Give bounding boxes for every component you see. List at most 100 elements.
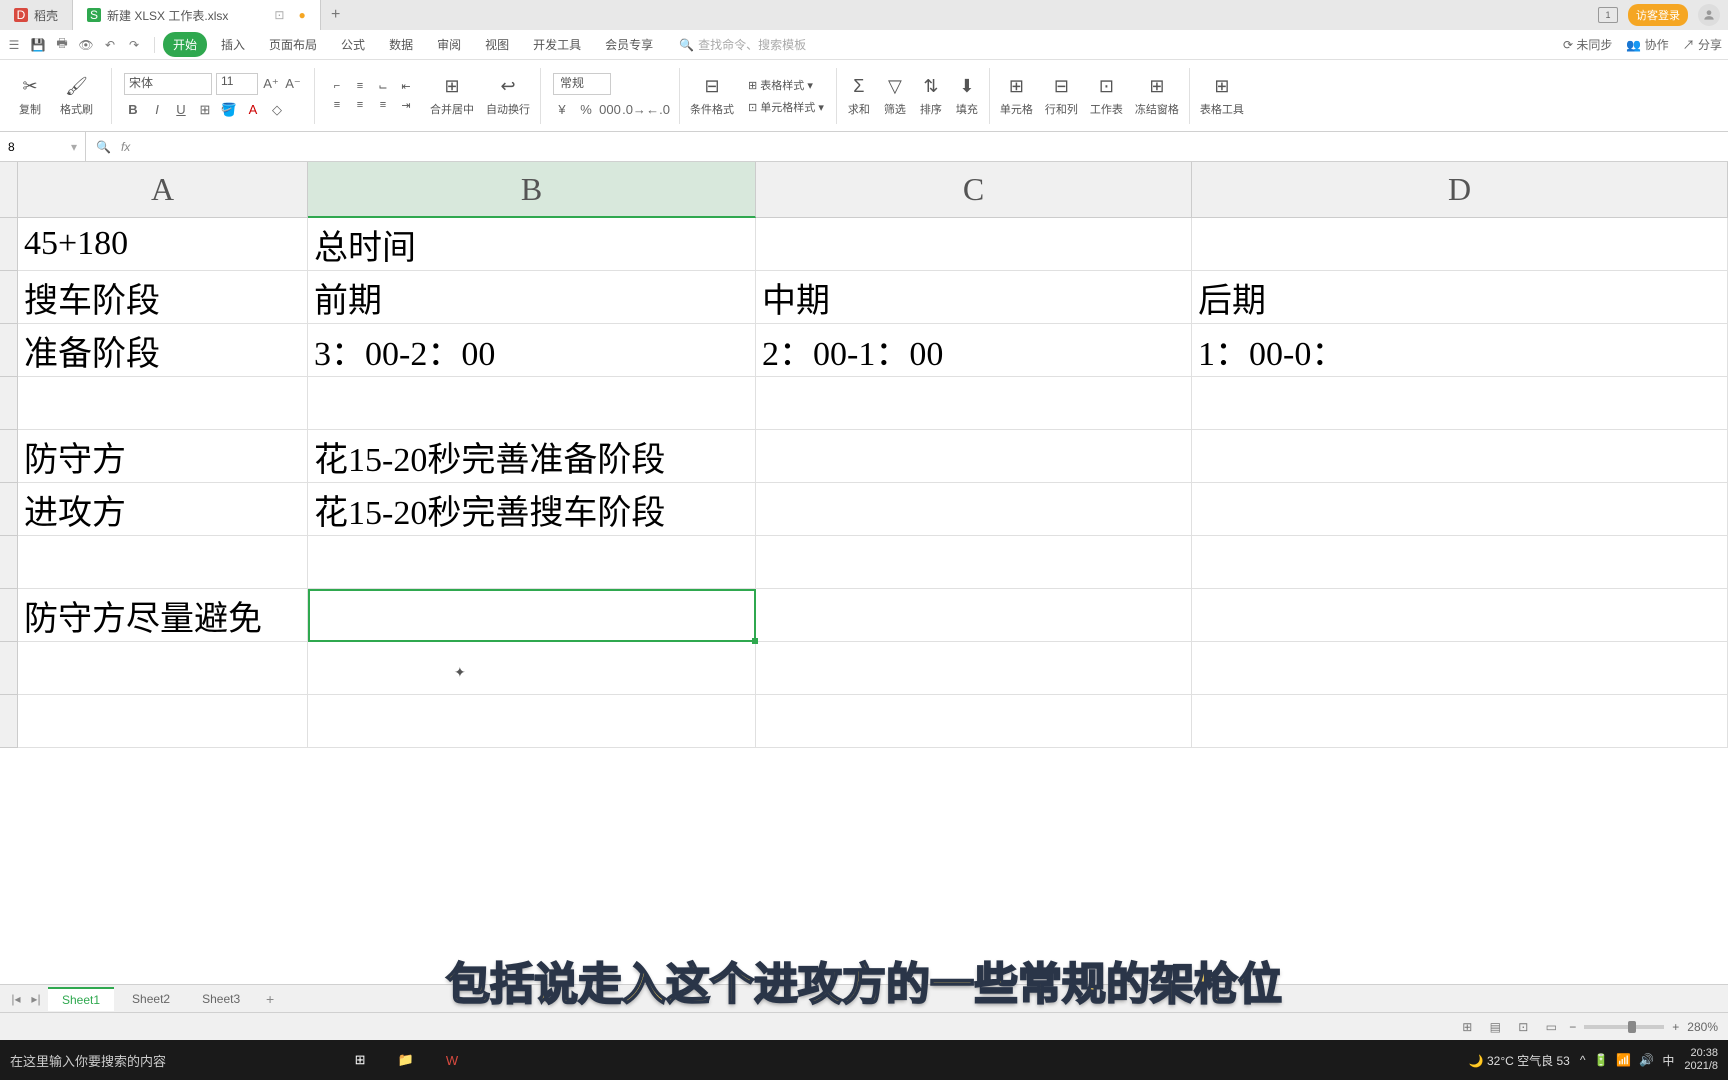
row-header[interactable]: [0, 483, 18, 536]
tab-file[interactable]: S 新建 XLSX 工作表.xlsx ⊡ ●: [73, 0, 321, 30]
battery-icon[interactable]: 🔋: [1593, 1053, 1608, 1067]
coop-button[interactable]: 👥 协作: [1626, 36, 1668, 53]
sheet-tab-2[interactable]: Sheet2: [118, 988, 184, 1010]
row-header[interactable]: [0, 271, 18, 324]
italic-button[interactable]: I: [148, 101, 166, 119]
taskbar-clock[interactable]: 20:38 2021/8: [1684, 1047, 1718, 1073]
cell-d8[interactable]: [1192, 589, 1728, 642]
view-reading-icon[interactable]: ▭: [1541, 1019, 1561, 1035]
cell-a1[interactable]: 45+180: [18, 218, 308, 271]
redo-icon[interactable]: ↷: [126, 37, 142, 53]
menu-view[interactable]: 视图: [475, 32, 519, 57]
cell-d2[interactable]: 后期: [1192, 271, 1728, 324]
cell-d6[interactable]: [1192, 483, 1728, 536]
save-icon[interactable]: 💾: [30, 37, 46, 53]
border-button[interactable]: ⊞: [196, 101, 214, 119]
align-center-icon[interactable]: ≡: [350, 97, 370, 113]
wifi-icon[interactable]: 📶: [1616, 1053, 1631, 1067]
cell-d7[interactable]: [1192, 536, 1728, 589]
currency-icon[interactable]: ¥: [553, 101, 571, 119]
underline-button[interactable]: U: [172, 101, 190, 119]
sheet-add-button[interactable]: +: [258, 991, 282, 1007]
row-header[interactable]: [0, 430, 18, 483]
sort-button[interactable]: ⇅排序: [913, 73, 949, 119]
cell-d3[interactable]: 1：00-0：: [1192, 324, 1728, 377]
fill-button[interactable]: ⬇填充: [949, 73, 985, 119]
dec-dec-icon[interactable]: ←.0: [649, 101, 667, 119]
cell-b2[interactable]: 前期: [308, 271, 756, 324]
align-top-icon[interactable]: ⌐: [327, 78, 347, 94]
cell-c7[interactable]: [756, 536, 1192, 589]
tab-add-button[interactable]: +: [321, 6, 351, 24]
menu-start[interactable]: 开始: [163, 32, 207, 57]
sheet-tab-3[interactable]: Sheet3: [188, 988, 254, 1010]
dec-inc-icon[interactable]: .0→: [625, 101, 643, 119]
cells-button[interactable]: ⊞单元格: [994, 73, 1039, 119]
zoom-percent[interactable]: 280%: [1687, 1020, 1718, 1034]
row-header[interactable]: [0, 589, 18, 642]
col-header-b[interactable]: B: [308, 162, 756, 218]
font-name-select[interactable]: 宋体: [124, 73, 212, 95]
cell-style-button[interactable]: ⊡ 单元格样式 ▾: [748, 99, 824, 115]
filter-button[interactable]: ▽筛选: [877, 73, 913, 119]
thousand-icon[interactable]: 000: [601, 101, 619, 119]
unsync-button[interactable]: ⟳ 未同步: [1563, 36, 1612, 53]
cond-format-button[interactable]: ⊟条件格式: [684, 73, 740, 119]
row-header[interactable]: [0, 324, 18, 377]
weather-widget[interactable]: 🌙 32°C 空气良 53: [1469, 1052, 1570, 1069]
view-break-icon[interactable]: ⊡: [1513, 1019, 1533, 1035]
cell-b7[interactable]: [308, 536, 756, 589]
zoom-in-button[interactable]: +: [1672, 1020, 1679, 1034]
view-page-icon[interactable]: ▤: [1485, 1019, 1505, 1035]
cell-a7[interactable]: [18, 536, 308, 589]
cell-d5[interactable]: [1192, 430, 1728, 483]
cut-button[interactable]: ✂复制: [12, 73, 48, 119]
table-style-button[interactable]: ⊞ 表格样式 ▾: [748, 77, 813, 93]
align-middle-icon[interactable]: ≡: [350, 78, 370, 94]
rows-cols-button[interactable]: ⊟行和列: [1039, 73, 1084, 119]
zoom-slider[interactable]: [1584, 1025, 1664, 1029]
align-bottom-icon[interactable]: ⌙: [373, 78, 393, 94]
row-header[interactable]: [0, 642, 18, 695]
name-box[interactable]: 8 ▾: [0, 132, 86, 161]
percent-icon[interactable]: %: [577, 101, 595, 119]
cell-a9[interactable]: [18, 642, 308, 695]
row-header[interactable]: [0, 536, 18, 589]
cell-c6[interactable]: [756, 483, 1192, 536]
row-header[interactable]: [0, 377, 18, 430]
cell-a2[interactable]: 搜车阶段: [18, 271, 308, 324]
align-right-icon[interactable]: ≡: [373, 97, 393, 113]
cell-c10[interactable]: [756, 695, 1192, 748]
cell-d4[interactable]: [1192, 377, 1728, 430]
share-button[interactable]: ↗ 分享: [1683, 36, 1722, 53]
menu-dev[interactable]: 开发工具: [523, 32, 591, 57]
tab-menu-icon[interactable]: ⊡: [274, 8, 284, 22]
cell-c9[interactable]: [756, 642, 1192, 695]
col-header-a[interactable]: A: [18, 162, 308, 218]
cell-a6[interactable]: 进攻方: [18, 483, 308, 536]
format-painter-button[interactable]: 🖌格式刷: [54, 73, 99, 119]
cell-b9[interactable]: [308, 642, 756, 695]
fill-color-button[interactable]: 🪣: [220, 101, 238, 119]
row-header[interactable]: [0, 695, 18, 748]
cell-c3[interactable]: 2：00-1：00: [756, 324, 1192, 377]
ime-indicator[interactable]: 中: [1662, 1052, 1674, 1069]
view-normal-icon[interactable]: ⊞: [1457, 1019, 1477, 1035]
task-view-icon[interactable]: ⊞: [346, 1046, 374, 1074]
col-header-c[interactable]: C: [756, 162, 1192, 218]
zoom-fx-icon[interactable]: 🔍: [96, 140, 111, 154]
number-format-select[interactable]: 常规: [553, 73, 611, 95]
window-switch-icon[interactable]: 1: [1598, 7, 1618, 23]
cell-d1[interactable]: [1192, 218, 1728, 271]
undo-icon[interactable]: ↶: [102, 37, 118, 53]
cell-a8[interactable]: 防守方尽量避免: [18, 589, 308, 642]
cell-b6[interactable]: 花15-20秒完善搜车阶段: [308, 483, 756, 536]
select-all-corner[interactable]: [0, 162, 18, 218]
freeze-button[interactable]: ⊞冻结窗格: [1129, 73, 1185, 119]
tray-chevron-icon[interactable]: ^: [1580, 1053, 1586, 1067]
cell-c8[interactable]: [756, 589, 1192, 642]
row-header[interactable]: [0, 218, 18, 271]
command-search[interactable]: 🔍 查找命令、搜索模板: [679, 36, 806, 53]
avatar-icon[interactable]: [1698, 4, 1720, 26]
font-shrink-icon[interactable]: A⁻: [284, 75, 302, 93]
